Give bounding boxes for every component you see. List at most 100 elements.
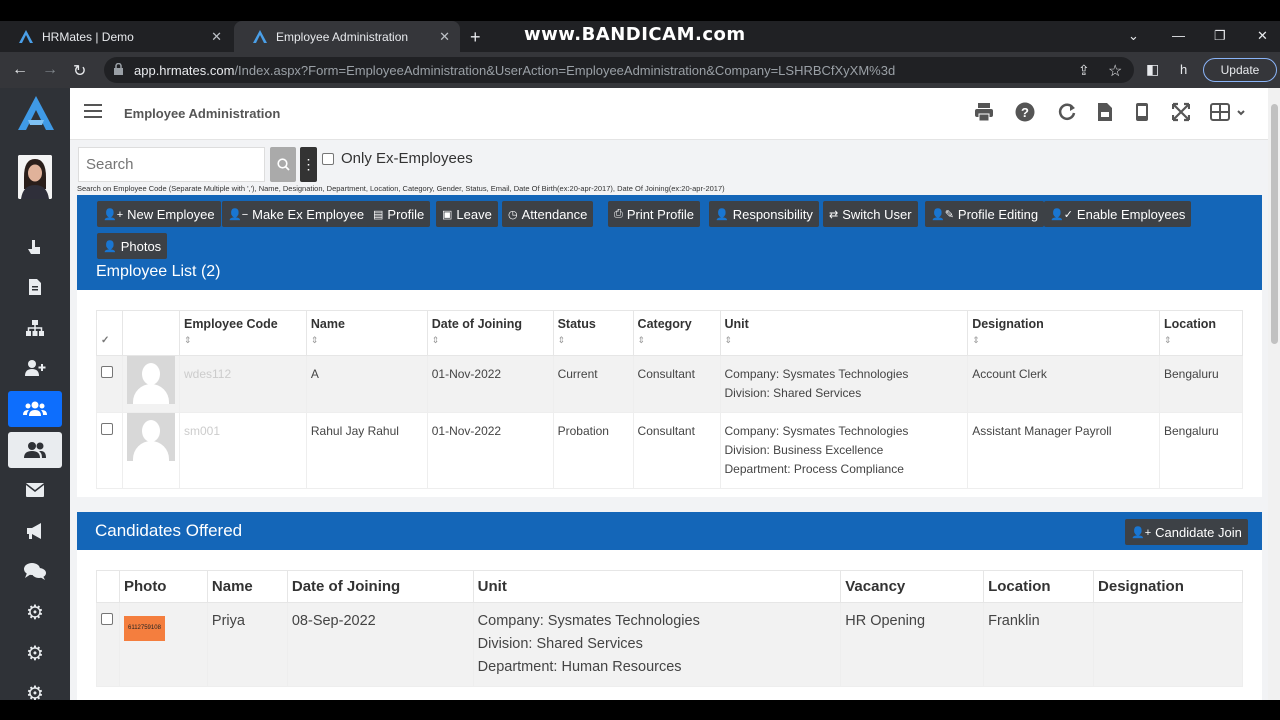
sidebar-item-employees[interactable]	[8, 391, 62, 427]
fullscreen-icon[interactable]	[1172, 102, 1190, 122]
sort-icon[interactable]: ⇕	[725, 335, 964, 346]
sidebar-item-add-user[interactable]	[8, 350, 62, 386]
photos-button[interactable]: 👤 Photos	[97, 233, 168, 259]
sidebar-item-announcements[interactable]	[8, 513, 62, 549]
tab-search-icon[interactable]: ⌄	[1128, 28, 1139, 44]
reload-icon[interactable]: ↻	[73, 61, 86, 81]
top-black-bar	[0, 0, 1280, 21]
users-icon	[24, 442, 46, 458]
only-ex-employees-checkbox[interactable]	[322, 152, 334, 165]
column-header[interactable]: Designation ⇕	[967, 310, 1160, 356]
table-row[interactable]: 6112759108 Priya 08-Sep-2022 Company: Sy…	[96, 602, 1243, 687]
restore-icon[interactable]: ❐	[1214, 28, 1226, 44]
check-all-icon[interactable]: ✓	[101, 335, 118, 346]
status: Probation	[552, 412, 634, 489]
close-window-icon[interactable]: ✕	[1257, 28, 1268, 44]
column-header[interactable]: Employee Code ⇕	[178, 310, 307, 356]
search-button[interactable]	[270, 147, 296, 182]
sort-icon[interactable]: ⇕	[311, 335, 423, 346]
enable-employees-button[interactable]: 👤✓ Enable Employees	[1044, 201, 1192, 227]
back-icon[interactable]: ←	[12, 61, 28, 79]
user-avatar[interactable]	[18, 155, 52, 199]
document-icon: ▤	[373, 208, 384, 221]
row-checkbox[interactable]	[101, 366, 113, 378]
switch-user-button[interactable]: ⇄ Switch User	[823, 201, 918, 227]
sort-icon[interactable]: ⇕	[184, 335, 302, 346]
leave-button[interactable]: ▣ Leave	[436, 201, 498, 227]
profile-editing-button[interactable]: 👤✎ Profile Editing	[925, 201, 1045, 227]
sort-icon[interactable]: ⇕	[638, 335, 716, 346]
employee-name: A	[305, 355, 428, 413]
column-header[interactable]: Category ⇕	[632, 310, 721, 356]
grid-layout-dropdown-icon[interactable]	[1210, 102, 1248, 122]
profile-button[interactable]: ▤ Profile	[367, 201, 431, 227]
column-header[interactable]: Date of Joining ⇕	[426, 310, 554, 356]
browser-tab-hrmates[interactable]: HRMates | Demo ✕	[0, 21, 232, 52]
sidebar-item-hand[interactable]	[8, 229, 62, 265]
row-checkbox[interactable]	[101, 613, 113, 625]
scrollbar-thumb[interactable]	[1271, 104, 1278, 344]
bookmark-star-icon[interactable]: ☆	[1108, 61, 1122, 81]
unit-line: Division: Business Excellence	[724, 443, 884, 457]
vacancy: HR Opening	[840, 602, 985, 687]
user-check-icon: 👤✓	[1050, 208, 1073, 221]
new-employee-button[interactable]: 👤+ New Employee	[97, 201, 221, 227]
gear-icon: ⚙	[26, 642, 44, 665]
employee-code[interactable]: sm001	[178, 412, 307, 489]
status: Current	[552, 355, 634, 413]
profile-icon[interactable]: h	[1180, 62, 1187, 77]
browser-update-button[interactable]: Update	[1203, 58, 1277, 82]
close-tab-icon[interactable]: ✕	[211, 29, 222, 45]
print-profile-button[interactable]: ⎙ Print Profile	[608, 201, 701, 227]
search-input[interactable]	[78, 147, 265, 182]
side-panel-icon[interactable]: ◧	[1146, 61, 1159, 78]
row-checkbox[interactable]	[101, 423, 113, 435]
attendance-button[interactable]: ◷ Attendance	[502, 201, 594, 227]
responsibility-button[interactable]: 👤 Responsibility	[709, 201, 819, 227]
pdf-document-icon[interactable]	[1097, 102, 1113, 122]
column-header[interactable]: Name ⇕	[305, 310, 428, 356]
unit-line: Department: Process Compliance	[724, 462, 904, 476]
hrmates-logo-icon[interactable]	[18, 96, 54, 130]
sidebar-item-document[interactable]	[8, 269, 62, 305]
table-row[interactable]: sm001 Rahul Jay Rahul 01-Nov-2022 Probat…	[96, 412, 1244, 489]
sidebar-item-mail[interactable]	[8, 472, 62, 508]
sort-icon[interactable]: ⇕	[972, 335, 1155, 346]
only-ex-employees-filter[interactable]: Only Ex-Employees	[322, 150, 473, 167]
header-label: Status	[557, 317, 596, 331]
unit-line: Division: Shared Services	[724, 386, 862, 400]
candidate-join-button[interactable]: 👤+ Candidate Join	[1125, 519, 1248, 545]
column-header[interactable]: Location ⇕	[1158, 310, 1244, 356]
select-all-header[interactable]: ✓	[96, 310, 123, 356]
close-tab-icon[interactable]: ✕	[439, 29, 450, 45]
sort-icon[interactable]: ⇕	[1164, 335, 1238, 346]
page-title: Employee Administration	[124, 106, 281, 121]
sidebar-item-settings-2[interactable]: ⚙	[8, 635, 62, 671]
make-ex-employee-button[interactable]: 👤− Make Ex Employee	[222, 201, 371, 227]
url-field[interactable]: app.hrmates.com/Index.aspx?Form=Employee…	[104, 57, 1134, 83]
sort-icon[interactable]: ⇕	[432, 335, 549, 346]
refresh-icon[interactable]	[1057, 102, 1077, 122]
sidebar-item-chat[interactable]	[8, 553, 62, 589]
share-icon[interactable]: ⇪	[1078, 62, 1090, 79]
forward-icon[interactable]: →	[42, 61, 58, 79]
browser-tab-employee-admin[interactable]: Employee Administration ✕	[234, 21, 460, 52]
minimize-icon[interactable]: —	[1172, 28, 1185, 43]
sidebar-item-users[interactable]	[8, 432, 62, 468]
hamburger-menu-icon[interactable]	[84, 104, 102, 119]
help-icon[interactable]: ?	[1015, 102, 1035, 122]
button-label: Profile Editing	[957, 206, 1039, 222]
table-row[interactable]: wdes112 A 01-Nov-2022 Current Consultant…	[96, 355, 1244, 413]
column-header[interactable]: Status ⇕	[552, 310, 634, 356]
candidates-table: Photo Name Date of Joining Unit Vacancy …	[96, 570, 1243, 687]
designation: Assistant Manager Payroll	[967, 412, 1160, 489]
sort-icon[interactable]: ⇕	[558, 335, 629, 346]
sidebar-item-settings[interactable]: ⚙	[8, 594, 62, 630]
print-icon[interactable]	[974, 102, 994, 122]
new-tab-icon[interactable]: +	[470, 27, 481, 48]
more-options-button[interactable]: ⋮	[300, 147, 317, 182]
mobile-icon[interactable]	[1135, 102, 1149, 122]
column-header[interactable]: Unit ⇕	[719, 310, 969, 356]
employee-code[interactable]: wdes112	[178, 355, 307, 413]
sidebar-item-hierarchy[interactable]	[8, 310, 62, 346]
